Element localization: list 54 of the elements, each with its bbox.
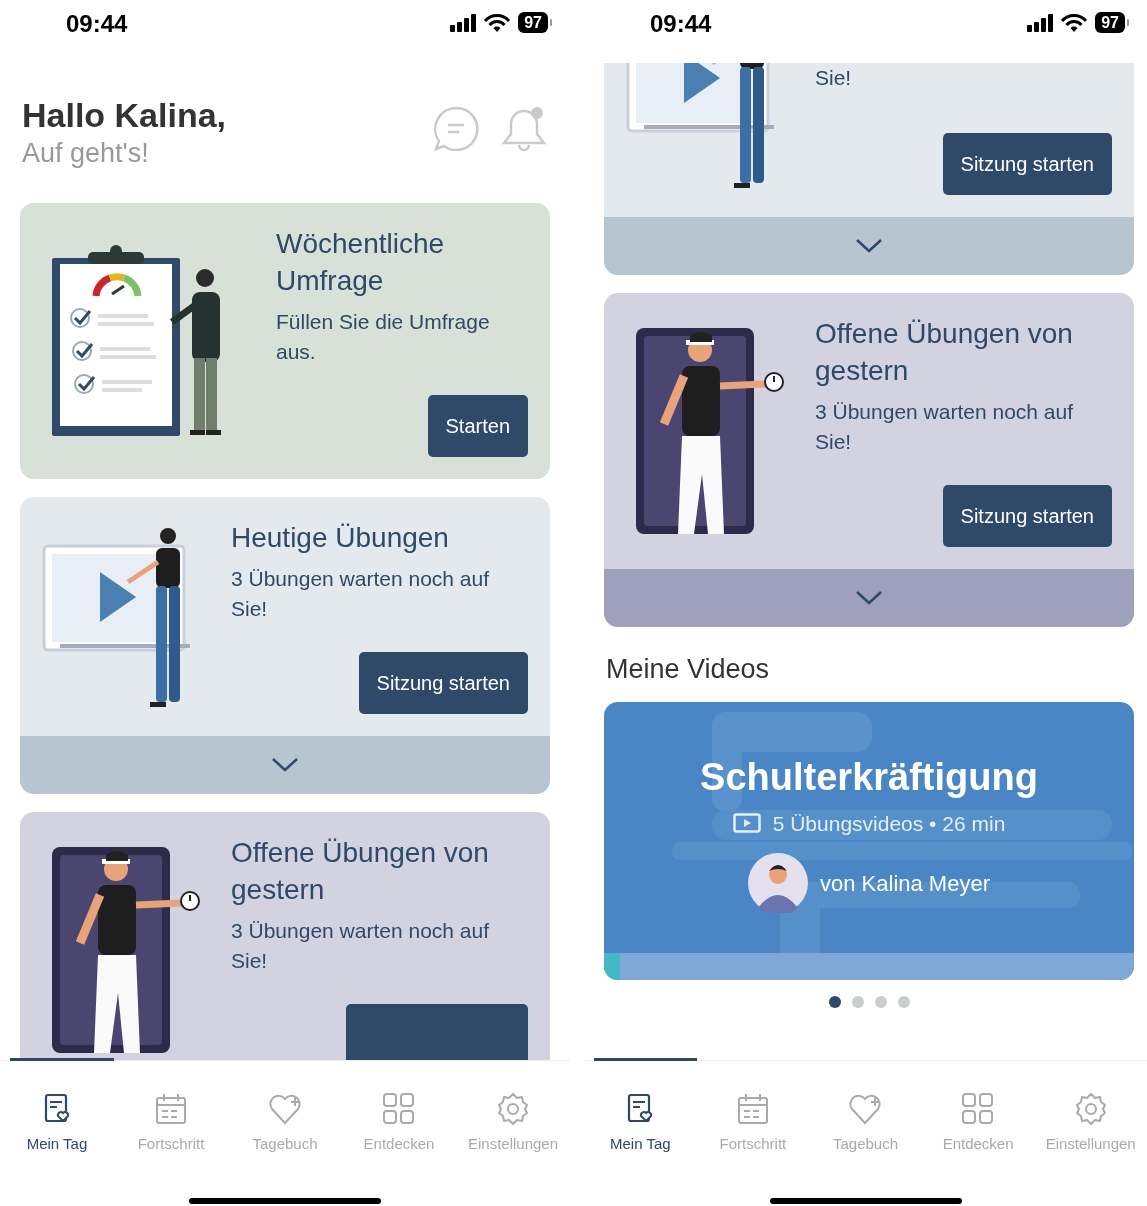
chevron-down-icon bbox=[855, 238, 883, 254]
greeting-subtitle: Auf geht's! bbox=[22, 137, 150, 170]
signal-icon bbox=[1027, 13, 1054, 32]
page-dot[interactable] bbox=[851, 995, 864, 1008]
tab[interactable]: Tagebuch bbox=[228, 1061, 342, 1170]
card-title: Offene Übungen von gestern bbox=[231, 836, 490, 907]
status-time: 09:44 bbox=[650, 9, 712, 39]
card-text: 3 Übungen warten noch auf Sie! bbox=[815, 399, 1075, 455]
card-text: Sie! bbox=[815, 65, 853, 91]
avatar-icon bbox=[748, 853, 808, 913]
chevron-down-icon bbox=[855, 590, 883, 606]
tab[interactable]: Mein Tag bbox=[0, 1061, 114, 1170]
card-title: Wöchentliche Umfrage bbox=[276, 227, 446, 298]
tab[interactable]: Mein Tag bbox=[584, 1061, 697, 1170]
author-name: von Kalina Meyer bbox=[820, 869, 990, 898]
card-title: Heutige Übungen bbox=[231, 521, 450, 555]
card-title: Offene Übungen von gestern bbox=[815, 317, 1074, 388]
chevron-down-icon bbox=[271, 757, 299, 773]
bell-icon[interactable] bbox=[500, 105, 548, 153]
card-text: Füllen Sie die Umfrage aus. bbox=[276, 309, 491, 365]
signal-icon bbox=[450, 13, 477, 32]
tab[interactable]: Einstellungen bbox=[456, 1061, 570, 1170]
start-button[interactable]: Sitzung starten bbox=[942, 485, 1112, 547]
wifi-icon bbox=[1061, 13, 1088, 32]
tab[interactable]: Tagebuch bbox=[809, 1061, 922, 1170]
start-button[interactable]: Sitzung starten bbox=[942, 133, 1112, 195]
wifi-icon bbox=[484, 13, 511, 32]
card-text: 3 Übungen warten noch auf Sie! bbox=[231, 566, 491, 622]
tab[interactable]: Fortschritt bbox=[696, 1061, 810, 1170]
status-time: 09:44 bbox=[66, 9, 128, 39]
section-title: Meine Videos bbox=[606, 653, 771, 686]
start-button[interactable]: Starten bbox=[427, 395, 528, 457]
settings-icon bbox=[495, 1091, 531, 1127]
expand-bar[interactable] bbox=[604, 217, 1134, 275]
chat-icon[interactable] bbox=[432, 105, 480, 151]
video-meta: 5 Übungsvideos • 26 min bbox=[772, 810, 1006, 837]
expand-bar[interactable] bbox=[20, 736, 550, 794]
expand-bar[interactable] bbox=[604, 569, 1134, 627]
tab[interactable]: Entdecken bbox=[342, 1061, 456, 1170]
grid-icon bbox=[381, 1091, 417, 1127]
tab[interactable]: Einstellungen bbox=[1034, 1061, 1147, 1170]
page-dot[interactable] bbox=[874, 995, 887, 1008]
video-title: Schulterkräftigung bbox=[700, 754, 1038, 800]
start-button[interactable]: Sitzung starten bbox=[358, 652, 528, 714]
page-dot[interactable] bbox=[828, 995, 841, 1008]
greeting-title: Hallo Kalina, bbox=[22, 95, 227, 135]
card-text: 3 Übungen warten noch auf Sie! bbox=[231, 918, 491, 974]
video-icon bbox=[732, 813, 761, 834]
start-button[interactable] bbox=[346, 1004, 528, 1060]
page-dot[interactable] bbox=[897, 995, 910, 1008]
video-card[interactable]: Schulterkräftigung 5 Übungsvideos • 26 min von Kalina Meyer bbox=[604, 701, 1134, 980]
tab[interactable]: Fortschritt bbox=[114, 1061, 228, 1170]
calendar-icon bbox=[153, 1091, 189, 1127]
tab[interactable]: Entdecken bbox=[921, 1061, 1035, 1170]
